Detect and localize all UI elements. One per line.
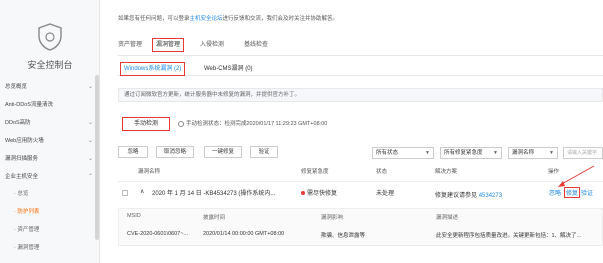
sidebar-item-label: 漏洞扫描服务 (5, 156, 39, 162)
detail-header-cell: 漏洞描述 (436, 215, 459, 221)
severity-cell: 需尽快修复 (301, 188, 337, 197)
fix-action-link[interactable]: 修复 (564, 187, 581, 198)
table-header-cell: 漏洞名称 (138, 169, 161, 175)
sidebar-item-label: Web应用防火墙 (5, 138, 44, 144)
table-header-cell: 操作 (548, 169, 560, 175)
info-tip: 通过订阅微软官方更新，统计服务器中未修复的漏洞，并提供官方补丁。 (118, 88, 603, 102)
status-cell: 未处理 (376, 191, 395, 197)
sidebar-subitem-protection-list[interactable]: · 防护列表 (14, 206, 39, 218)
notice-text: 如果您有任何问题，可以登录主机安全论坛进行反馈和交流，我们会及时关注并协助解答。 (118, 14, 338, 22)
sidebar: 安全控制台 总览概览 ⌄ Anti-DDoS流量清洗 DDoS高防 ⌄ Web应用防… (0, 0, 100, 263)
search-input[interactable]: 请输入关键字 (563, 147, 603, 159)
unignore-button[interactable]: 取消忽略 (156, 146, 194, 158)
fix-all-button[interactable]: 一键修复 (204, 146, 242, 158)
caret-down-icon: ▼ (549, 150, 554, 156)
caret-down-icon: ▼ (425, 150, 430, 156)
severity-label: 需尽快修复 (307, 191, 338, 197)
verify-button[interactable]: 验证 (250, 146, 278, 158)
ignore-button[interactable]: 忽略 (118, 146, 148, 158)
sidebar-item-waf[interactable]: Web应用防火墙 ⌄ (5, 134, 93, 148)
tab-baseline-check[interactable]: 基线检查 (244, 38, 268, 52)
name-select-value: 漏洞名称 (512, 150, 535, 156)
ignore-action-link[interactable]: 忽略 (549, 188, 561, 197)
manual-check-button[interactable]: 手动检测 (122, 117, 170, 131)
subtab-web-cms-vulns[interactable]: Web-CMS漏洞 (0) (204, 62, 253, 76)
forum-link[interactable]: 主机安全论坛 (190, 16, 223, 22)
table-header-cell: 解决方案 (435, 169, 458, 175)
name-select[interactable]: 漏洞名称 ▼ (508, 147, 558, 159)
sidebar-scrollbar[interactable] (95, 75, 99, 240)
tab-vulnerability-management[interactable]: 漏洞管理 (152, 38, 185, 52)
solution-prefix: 修复建议请参见 (435, 193, 478, 199)
check-status: 手动检测状态：检测完成2020/01/17 11:29:23 GMT+08:00 (178, 117, 327, 131)
table-header-cell: 状态 (376, 169, 388, 175)
chevron-down-icon: ⌄ (87, 156, 93, 162)
table-header-cell: 修复紧急度 (301, 169, 329, 175)
table-header: 漏洞名称 修复紧急度 状态 解决方案 操作 (118, 166, 603, 178)
sidebar-item-ddos-protection[interactable]: DDoS高防 ⌄ (5, 116, 93, 130)
caret-down-icon: ▼ (493, 150, 498, 156)
sidebar-item-vuln-scan[interactable]: 漏洞扫描服务 ⌄ (5, 152, 93, 166)
detail-cell-msid: CVE-2020-0601\0607~... (127, 231, 189, 237)
notice-prefix: 如果您有任何问题，可以登录 (118, 16, 190, 22)
severity-select-value: 所有修复紧急度 (444, 150, 483, 156)
detail-cell-impact: 欺骗、信息泄露等 (321, 233, 366, 239)
chevron-down-icon: ⌄ (87, 84, 93, 90)
notice-suffix: 进行反馈和交流，我们会及时关注并协助解答。 (222, 16, 339, 22)
detail-header: MSID 披露时间 漏洞影响 漏洞描述 (119, 213, 603, 223)
detail-cell-description: 此安全更新程序包括质量改进。关键更新包括：1、解决了... (436, 233, 582, 239)
expand-chevron-icon[interactable]: ∧ (140, 188, 144, 195)
sidebar-item-label: DDoS高防 (5, 120, 31, 126)
sidebar-item-label: 总览概览 (5, 84, 28, 90)
sidebar-item-host-security[interactable]: 企业主机安全 ⌃ (5, 170, 93, 184)
tab-intrusion-detection[interactable]: 入侵检测 (200, 38, 224, 52)
sidebar-item-label: 企业主机安全 (5, 174, 39, 180)
chevron-down-icon: ⌄ (87, 138, 93, 144)
verify-action-link[interactable]: 验证 (581, 188, 593, 197)
vuln-name: 2020 年 1 月 14 日 -KB4534273 (操作系统内... (152, 191, 276, 197)
detail-header-cell: 漏洞影响 (321, 215, 344, 221)
table-row[interactable]: ∧ 2020 年 1 月 14 日 -KB4534273 (操作系统内... 需… (118, 181, 603, 203)
chevron-down-icon: ⌄ (87, 120, 93, 126)
subtab-bar: Windows系统漏洞 (2) Web-CMS漏洞 (0) (118, 62, 603, 76)
vuln-detail-panel: MSID 披露时间 漏洞影响 漏洞描述 CVE-2020-0601\0607~.… (118, 208, 603, 246)
check-status-text: 手动检测状态：检测完成2020/01/17 11:29:23 GMT+08:00 (186, 121, 328, 127)
tab-asset-management[interactable]: 资产管理 (118, 38, 142, 52)
row-checkbox[interactable] (122, 190, 128, 196)
severity-dot-icon (301, 191, 305, 196)
main-content: 如果您有任何问题，可以登录主机安全论坛进行反馈和交流，我们会及时关注并协助解答。… (100, 0, 603, 263)
detail-row: CVE-2020-0601\0607~... 2020/01/14 00:00:… (119, 231, 603, 241)
severity-select[interactable]: 所有修复紧急度 ▼ (440, 147, 502, 159)
sidebar-subitem-label: 资产管理 (17, 227, 40, 233)
sidebar-title: 安全控制台 (27, 60, 73, 70)
sidebar-subitem-label: 防护列表 (17, 209, 40, 215)
sidebar-subitem-overview[interactable]: · 总览 (14, 188, 28, 200)
shield-logo-icon (30, 22, 70, 52)
sidebar-item-label: Anti-DDoS流量清洗 (5, 102, 53, 108)
detail-cell-date: 2020/01/14 00:00:00 GMT+08:00 (203, 231, 285, 237)
detail-header-cell: 披露时间 (203, 215, 226, 221)
status-select[interactable]: 所有状态 ▼ (372, 147, 434, 159)
sidebar-item-overview[interactable]: 总览概览 ⌄ (5, 80, 93, 94)
chevron-up-icon: ⌃ (87, 174, 93, 180)
sidebar-item-anti-ddos[interactable]: Anti-DDoS流量清洗 (5, 98, 93, 112)
tab-divider (118, 55, 603, 56)
detail-header-cell: MSID (127, 213, 141, 219)
sidebar-subitem-vuln-mgmt[interactable]: · 漏洞管理 (14, 242, 39, 254)
status-select-value: 所有状态 (376, 150, 399, 156)
search-placeholder: 请输入关键字 (567, 150, 598, 156)
kb-link[interactable]: 4534273 (479, 193, 502, 199)
solution-cell: 修复建议请参见 4534273 (435, 190, 502, 199)
clock-icon (178, 120, 184, 127)
sidebar-subitem-label: 总览 (17, 191, 29, 197)
sidebar-subitem-asset-mgmt[interactable]: · 资产管理 (14, 224, 39, 236)
subtab-windows-vulns[interactable]: Windows系统漏洞 (2) (120, 62, 186, 76)
sidebar-subitem-label: 漏洞管理 (17, 245, 40, 251)
